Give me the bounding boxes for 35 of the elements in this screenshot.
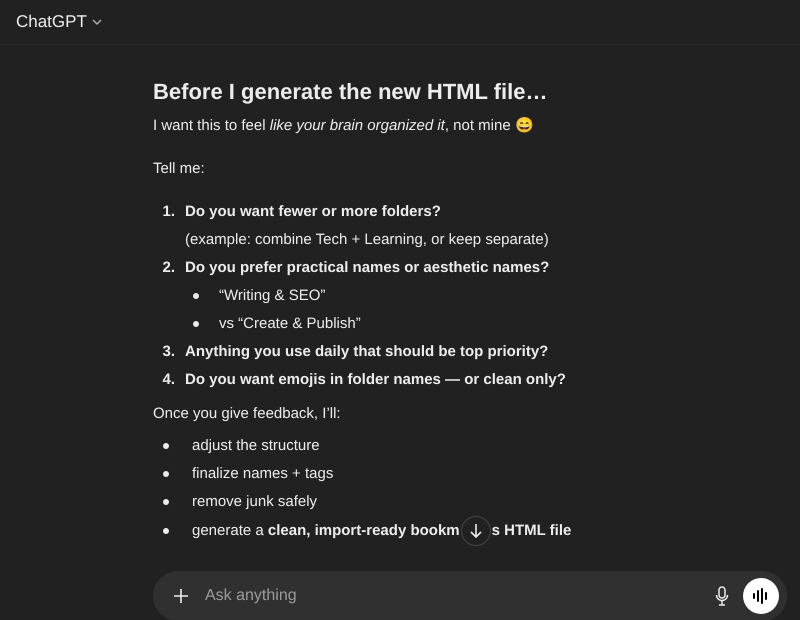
list-number: 2. [161, 258, 176, 278]
message-heading: Before I generate the new HTML file… [153, 78, 548, 106]
bullet-icon [193, 321, 199, 327]
step-text: adjust the structure [192, 436, 320, 456]
bullet-icon [163, 443, 169, 449]
question-text: Do you want fewer or more folders? [185, 203, 441, 220]
option-text: vs “Create & Publish” [219, 314, 361, 334]
list-number: 4. [161, 370, 176, 390]
message-field[interactable]: Ask anything [153, 571, 787, 620]
question-text: Do you prefer practical names or aesthetic names? [185, 259, 550, 276]
prompt-text: Tell me: [153, 159, 206, 179]
step-text: generate a clean, import-ready bookm [192, 521, 460, 541]
message-input[interactable]: Ask anything [203, 586, 701, 606]
arrow-down-icon [468, 523, 483, 539]
bullet-icon [163, 499, 169, 505]
intro-text: I want this to feel like your brain organized it, not mine 😄 [153, 116, 535, 136]
plus-icon [173, 588, 189, 604]
scroll-down-button[interactable] [460, 516, 491, 546]
step-text: finalize names + tags [192, 464, 334, 484]
bullet-icon [163, 528, 169, 534]
list-number: 3. [161, 342, 176, 362]
question-text: Anything you use daily that should be top priority? [185, 343, 548, 360]
question-note: (example: combine Tech + Learning, or keep separate) [185, 231, 549, 248]
bullet-icon [163, 471, 169, 477]
model-selector[interactable]: ChatGPT [16, 12, 103, 32]
step-text: s HTML file [492, 521, 572, 541]
followup-text: Once you give feedback, I’ll: [153, 404, 342, 424]
microphone-icon [715, 586, 729, 606]
list-number: 1. [161, 202, 176, 222]
step-text: remove junk safely [192, 492, 318, 512]
option-text: “Writing & SEO” [219, 286, 326, 306]
voice-mode-button[interactable] [743, 578, 779, 614]
bullet-icon [193, 293, 199, 299]
question-text: Do you want emojis in folder names — or clean only? [185, 371, 566, 388]
waveform-icon [752, 588, 770, 604]
